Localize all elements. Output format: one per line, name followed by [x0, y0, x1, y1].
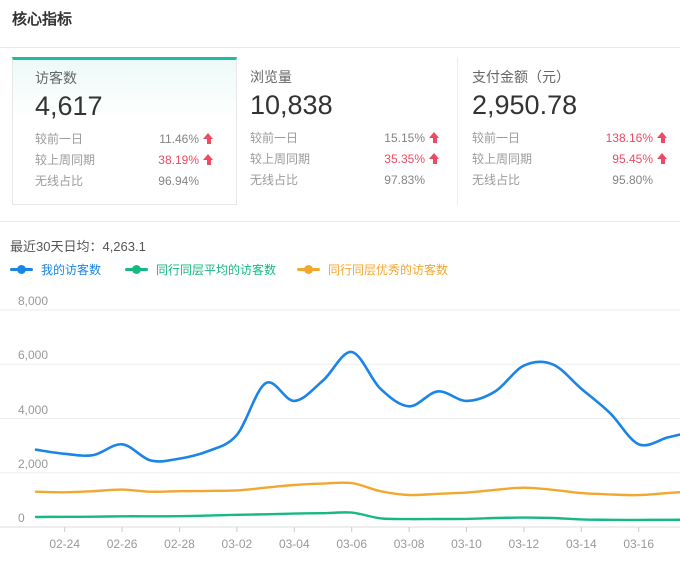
- series-line-2: [36, 483, 680, 496]
- x-axis-label: 03-08: [386, 537, 432, 551]
- y-axis-label: 6,000: [18, 348, 48, 362]
- metric-row-label: 无线占比: [472, 171, 520, 188]
- x-axis-label: 03-16: [616, 537, 662, 551]
- metric-row-value: 96.94%: [158, 174, 199, 188]
- metric-row-value: 35.35%: [384, 152, 425, 166]
- metric-row: 较上周同期 35.35%: [250, 148, 442, 169]
- avg-30d-text: 最近30天日均：4,263.1: [10, 236, 146, 255]
- header-divider: [0, 47, 680, 48]
- metric-row-value: 95.45%: [612, 152, 653, 166]
- metric-row-value: 15.15%: [384, 131, 425, 145]
- y-axis-label: 0: [18, 511, 25, 525]
- metric-row: 较前一日 11.46%: [35, 128, 216, 149]
- metric-value: 10,838: [250, 89, 442, 123]
- x-axis-label: 03-14: [558, 537, 604, 551]
- metric-row: 无线占比 95.80%: [472, 169, 670, 190]
- metric-label: 支付金额（元）: [472, 65, 670, 89]
- metric-row: 无线占比 96.94%: [35, 170, 216, 191]
- legend-item-peer-average[interactable]: 同行同层平均的访客数: [125, 261, 276, 277]
- x-axis-label: 03-10: [444, 537, 490, 551]
- metric-card-visitors[interactable]: 访客数 4,617 较前一日 11.46% 较上周同期 38.19% 无线占比 …: [12, 57, 237, 205]
- x-axis-label: 03-06: [329, 537, 375, 551]
- metric-row: 较上周同期 95.45%: [472, 148, 670, 169]
- metric-row-value: 38.19%: [158, 153, 199, 167]
- trend-none: [202, 175, 216, 187]
- metric-row-label: 无线占比: [250, 171, 298, 188]
- x-axis-label: 03-04: [271, 537, 317, 551]
- y-axis-label: 2,000: [18, 457, 48, 471]
- metric-label: 访客数: [35, 66, 216, 90]
- x-axis-label: 02-28: [157, 537, 203, 551]
- y-axis-label: 4,000: [18, 403, 48, 417]
- legend-label: 我的访客数: [41, 261, 101, 278]
- trend-none: [428, 174, 442, 186]
- metric-card-pageviews[interactable]: 浏览量 10,838 较前一日 15.15% 较上周同期 35.35% 无线占比…: [237, 57, 458, 205]
- legend-item-peer-excellent[interactable]: 同行同层优秀的访客数: [297, 261, 448, 277]
- legend-label: 同行同层平均的访客数: [156, 261, 276, 278]
- metric-row: 较前一日 15.15%: [250, 127, 442, 148]
- metric-card-payment[interactable]: 支付金额（元） 2,950.78 较前一日 138.16% 较上周同期 95.4…: [458, 57, 680, 205]
- legend-line-dot-icon: [125, 264, 148, 274]
- metric-label: 浏览量: [250, 65, 442, 89]
- section-divider: [0, 221, 680, 222]
- legend-label: 同行同层优秀的访客数: [328, 261, 448, 278]
- trend-up-icon: [202, 133, 216, 145]
- series-line-1: [36, 512, 680, 520]
- metric-row-value: 97.83%: [384, 173, 425, 187]
- x-axis-label: 02-24: [42, 537, 88, 551]
- metric-row-label: 较前一日: [472, 129, 520, 146]
- trend-up-icon: [428, 132, 442, 144]
- metric-row-value: 11.46%: [159, 132, 199, 146]
- legend-line-dot-icon: [297, 264, 320, 274]
- metric-row-label: 较上周同期: [472, 150, 532, 167]
- trend-up-icon: [202, 154, 216, 166]
- trend-none: [656, 174, 670, 186]
- x-axis-label: 03-12: [501, 537, 547, 551]
- legend-item-my-visitors[interactable]: 我的访客数: [10, 261, 101, 277]
- dashboard-panel: 核心指标 访客数 4,617 较前一日 11.46% 较上周同期 38.19% …: [0, 0, 680, 562]
- x-axis-label: 03-02: [214, 537, 260, 551]
- page-title: 核心指标: [12, 8, 72, 29]
- metric-row-label: 无线占比: [35, 172, 83, 189]
- y-axis-label: 8,000: [18, 294, 48, 308]
- metric-value: 4,617: [35, 90, 216, 124]
- x-axis-label: 02-26: [99, 537, 145, 551]
- metric-row: 较上周同期 38.19%: [35, 149, 216, 170]
- metric-row: 较前一日 138.16%: [472, 127, 670, 148]
- metric-row-label: 较前一日: [250, 129, 298, 146]
- trend-up-icon: [428, 153, 442, 165]
- chart-canvas: [0, 288, 680, 562]
- metric-row-value: 95.80%: [612, 173, 653, 187]
- visitors-line-chart[interactable]: 0 2,000 4,000 6,000 8,000 02-24 02-26 02-28 03-0…: [0, 288, 680, 562]
- metric-row: 无线占比 97.83%: [250, 169, 442, 190]
- metric-row-value: 138.16%: [606, 131, 653, 145]
- metric-value: 2,950.78: [472, 89, 670, 123]
- trend-up-icon: [656, 153, 670, 165]
- trend-up-icon: [656, 132, 670, 144]
- series-line-0: [36, 352, 680, 462]
- metric-row-label: 较上周同期: [35, 151, 95, 168]
- legend-line-dot-icon: [10, 264, 33, 274]
- metric-row-label: 较前一日: [35, 130, 83, 147]
- metric-row-label: 较上周同期: [250, 150, 310, 167]
